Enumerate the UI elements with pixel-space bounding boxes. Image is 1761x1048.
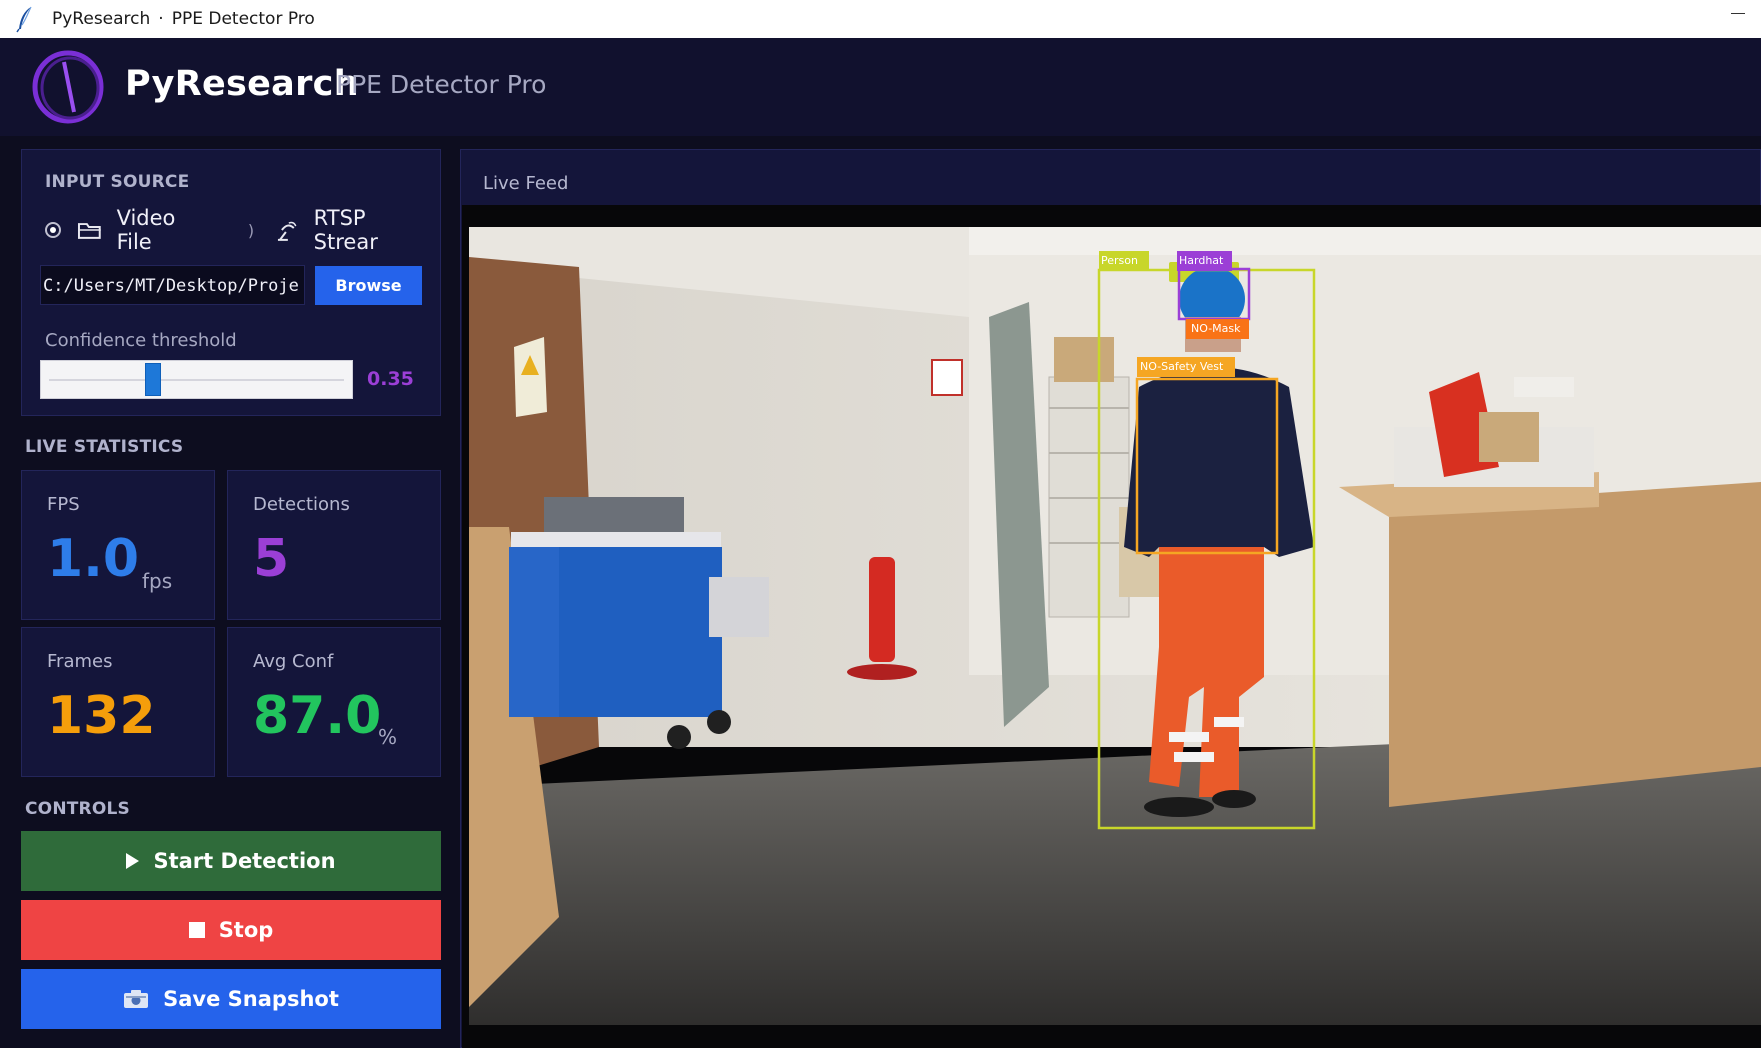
- live-feed-label: Live Feed: [483, 173, 569, 194]
- detection-label-no-mask: NO-Mask: [1191, 322, 1241, 335]
- frames-card: Frames 132: [21, 627, 215, 777]
- browse-button[interactable]: Browse: [315, 266, 422, 305]
- start-detection-label: Start Detection: [153, 849, 336, 873]
- video-frame: Person Hardhat NO-Mask NO-Safety Vest: [469, 227, 1761, 1025]
- brand-title: PyResearch: [125, 64, 359, 104]
- detection-label-person: Person: [1101, 254, 1138, 267]
- fps-unit: fps: [142, 569, 173, 593]
- slider-line: [49, 379, 344, 381]
- save-snapshot-label: Save Snapshot: [163, 987, 339, 1011]
- input-source-heading: INPUT SOURCE: [45, 172, 190, 192]
- stop-label: Stop: [218, 918, 274, 942]
- detection-label-no-safety-vest: NO-Safety Vest: [1140, 360, 1224, 373]
- pyresearch-logo-icon: [32, 50, 104, 124]
- feather-app-icon: [16, 6, 32, 33]
- app-header: PyResearch PPE Detector Pro: [0, 38, 1761, 136]
- window-title-name: PPE Detector Pro: [171, 9, 315, 29]
- fps-card: FPS 1.0 fps: [21, 470, 215, 620]
- detections-title: Detections: [253, 494, 350, 515]
- camera-icon: [124, 990, 149, 1008]
- brand-subtitle: PPE Detector Pro: [336, 70, 547, 99]
- radio-rtsp-stream[interactable]: [246, 222, 256, 238]
- video-path-input[interactable]: C:/Users/MT/Desktop/Proje: [40, 265, 305, 305]
- minimize-icon: [1731, 12, 1745, 14]
- frames-value: 132: [47, 686, 156, 746]
- confidence-value: 0.35: [367, 368, 414, 390]
- window-titlebar: PyResearch · PPE Detector Pro: [0, 0, 1761, 38]
- fps-value: 1.0: [47, 529, 140, 589]
- slider-thumb[interactable]: [144, 363, 161, 396]
- live-statistics-heading: LIVE STATISTICS: [25, 437, 184, 457]
- start-detection-button[interactable]: Start Detection: [21, 831, 441, 891]
- stop-icon: [188, 922, 205, 938]
- avg-conf-card: Avg Conf 87.0 %: [227, 627, 441, 777]
- radio-video-file[interactable]: [45, 222, 61, 238]
- frames-title: Frames: [47, 651, 113, 672]
- fps-title: FPS: [47, 494, 80, 515]
- source-radio-group: Video File RTSP Strear: [45, 206, 435, 254]
- minimize-button[interactable]: [1723, 0, 1753, 38]
- window-title-separator: ·: [158, 9, 164, 29]
- radio-rtsp-stream-label[interactable]: RTSP Strear: [314, 206, 435, 254]
- avg-conf-title: Avg Conf: [253, 651, 334, 672]
- folder-icon: [77, 223, 101, 239]
- confidence-slider[interactable]: [40, 360, 353, 399]
- stop-button[interactable]: Stop: [21, 900, 441, 960]
- controls-heading: CONTROLS: [25, 799, 130, 819]
- video-frame-image: [469, 227, 1761, 1025]
- save-snapshot-button[interactable]: Save Snapshot: [21, 969, 441, 1029]
- satellite-icon: [277, 221, 297, 241]
- detection-label-hardhat: Hardhat: [1179, 254, 1224, 267]
- avg-conf-value: 87.0: [253, 686, 382, 746]
- confidence-threshold-label: Confidence threshold: [45, 330, 237, 351]
- window-title-app: PyResearch: [52, 9, 151, 29]
- play-icon: [126, 853, 140, 869]
- avg-conf-unit: %: [378, 725, 398, 749]
- detections-card: Detections 5: [227, 470, 441, 620]
- detections-value: 5: [253, 529, 290, 589]
- radio-video-file-label[interactable]: Video File: [117, 206, 217, 254]
